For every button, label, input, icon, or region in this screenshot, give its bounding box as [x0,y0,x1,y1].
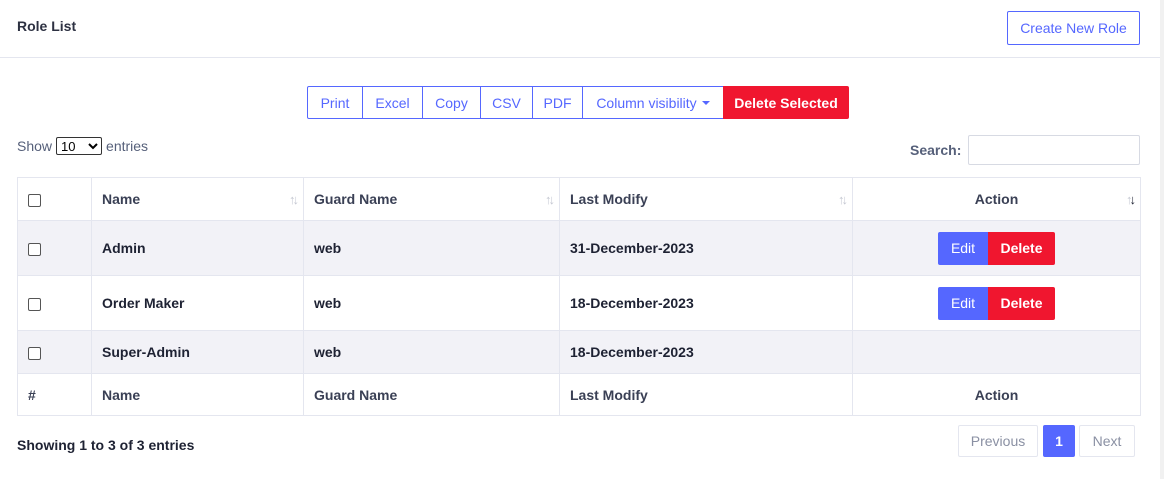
edit-button[interactable]: Edit [938,231,988,265]
row-checkbox[interactable] [28,346,41,360]
column-visibility-button[interactable]: Column visibility [582,86,724,119]
column-header-action[interactable]: Action ↑↓ [852,177,1141,221]
action-cell [852,330,1141,374]
table-row: Admin web 31-December-2023 Edit Delete [17,220,1141,276]
entries-label: entries [106,138,149,154]
guard-name: web [303,330,560,374]
copy-button[interactable]: Copy [422,86,481,119]
table-footer-row: # Name Guard Name Last Modify Action [17,373,1141,416]
select-all-header [17,177,92,221]
action-cell: Edit Delete [852,220,1141,276]
entries-length-control: Show 10 entries [17,137,148,155]
row-checkbox[interactable] [28,242,41,256]
footer-last-modify: Last Modify [559,373,853,416]
create-new-role-button[interactable]: Create New Role [1007,11,1140,45]
edit-button[interactable]: Edit [938,286,988,320]
footer-action: Action [852,373,1141,416]
role-name: Super-Admin [91,330,304,374]
column-visibility-label: Column visibility [596,94,697,111]
action-buttons: Edit Delete [938,231,1055,265]
column-header-label: Name [102,191,141,207]
show-label: Show [17,138,53,154]
caret-down-icon [701,100,710,105]
row-select-cell [17,275,92,331]
guard-name: web [303,220,560,276]
last-modify: 18-December-2023 [559,330,853,374]
last-modify: 18-December-2023 [559,275,853,331]
delete-selected-button[interactable]: Delete Selected [723,86,849,119]
row-select-cell [17,220,92,276]
sort-icon: ↑↓ [289,192,299,207]
previous-page-button[interactable]: Previous [958,425,1038,457]
page-title: Role List [17,18,77,34]
row-select-cell [17,330,92,374]
table-header-row: Name ↑↓ Guard Name ↑↓ Last Modify ↑↓ Action… [17,177,1141,221]
sort-desc-icon: ↑↓ [1126,192,1136,207]
column-header-name[interactable]: Name ↑↓ [91,177,304,221]
search-control: Search: [910,135,1141,165]
column-header-label: Action [974,191,1019,207]
role-name: Order Maker [91,275,304,331]
table-info: Showing 1 to 3 of 3 entries [17,437,195,453]
roles-table: Name ↑↓ Guard Name ↑↓ Last Modify ↑↓ Action… [17,177,1141,416]
sort-icon: ↑↓ [545,192,555,207]
table-row: Super-Admin web 18-December-2023 [17,330,1141,374]
column-header-label: Guard Name [314,191,398,207]
footer-hash: # [17,373,92,416]
table-row: Order Maker web 18-December-2023 Edit De… [17,275,1141,331]
pagination: Previous 1 Next [958,425,1135,457]
print-button[interactable]: Print [307,86,363,119]
row-checkbox[interactable] [28,297,41,311]
column-header-guard-name[interactable]: Guard Name ↑↓ [303,177,560,221]
delete-button[interactable]: Delete [988,286,1055,320]
guard-name: web [303,275,560,331]
search-label: Search: [910,142,962,158]
next-page-button[interactable]: Next [1079,425,1135,457]
page-1-button[interactable]: 1 [1043,425,1075,457]
search-input[interactable] [968,135,1141,165]
delete-button[interactable]: Delete [988,231,1055,265]
excel-button[interactable]: Excel [362,86,423,119]
entries-select[interactable]: 10 [56,137,103,155]
export-button-group: Print Excel Copy CSV PDF Column visibili… [307,86,849,119]
column-header-label: Last Modify [570,191,648,207]
sort-icon: ↑↓ [838,192,848,207]
select-all-checkbox[interactable] [28,193,41,207]
csv-button[interactable]: CSV [480,86,533,119]
pdf-button[interactable]: PDF [532,86,583,119]
column-header-last-modify[interactable]: Last Modify ↑↓ [559,177,853,221]
footer-name: Name [91,373,304,416]
page-header: Role List Create New Role [0,0,1160,58]
vertical-scrollbar[interactable] [1160,0,1164,479]
last-modify: 31-December-2023 [559,220,853,276]
role-name: Admin [91,220,304,276]
action-buttons: Edit Delete [938,286,1055,320]
footer-guard-name: Guard Name [303,373,560,416]
action-cell: Edit Delete [852,275,1141,331]
